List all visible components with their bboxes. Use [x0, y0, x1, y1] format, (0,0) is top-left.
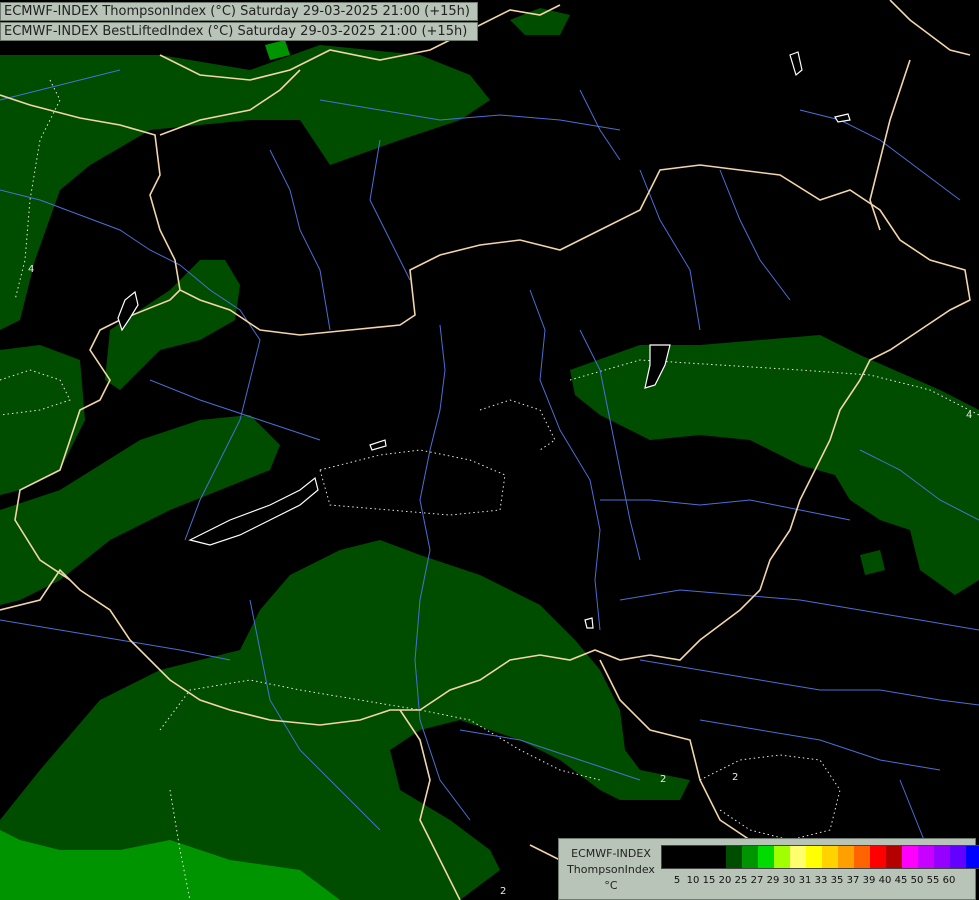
legend-swatch	[822, 846, 838, 868]
legend-swatch	[870, 846, 886, 868]
contour-label: 2	[660, 774, 666, 785]
legend-tick-label: 20	[718, 875, 732, 886]
contour-label: 4	[28, 264, 34, 275]
legend-tick-label: 60	[942, 875, 956, 886]
legend-tick-label: 15	[702, 875, 716, 886]
legend-swatch	[806, 846, 822, 868]
legend-swatch	[758, 846, 774, 868]
contour-label: 2	[732, 772, 738, 783]
legend-tick-label: 10	[686, 875, 700, 886]
legend-swatch	[726, 846, 742, 868]
legend-tick-label: 27	[750, 875, 764, 886]
legend-swatch	[678, 846, 694, 868]
legend-swatch	[854, 846, 870, 868]
legend-tick-label: 50	[910, 875, 924, 886]
legend-tick-label: 25	[734, 875, 748, 886]
legend-swatch	[694, 846, 710, 868]
legend-source: ECMWF-INDEX	[571, 847, 651, 860]
contour-label: 4	[966, 410, 972, 421]
legend-swatch	[662, 846, 678, 868]
map-title-thompson-index: ECMWF-INDEX ThompsonIndex (°C) Saturday …	[0, 2, 478, 21]
legend-tick-label: 39	[862, 875, 876, 886]
legend-color-scale	[661, 845, 979, 869]
legend-tick-label: 30	[782, 875, 796, 886]
legend-swatch	[710, 846, 726, 868]
legend-tick-label: 33	[814, 875, 828, 886]
legend-tick-label: 55	[926, 875, 940, 886]
map-title-best-lifted-index: ECMWF-INDEX BestLiftedIndex (°C) Saturda…	[0, 22, 478, 41]
legend-swatch	[790, 846, 806, 868]
legend-swatch	[966, 846, 979, 868]
legend-tick-label: 40	[878, 875, 892, 886]
weather-map: 4 4 2 2 2	[0, 0, 979, 900]
legend-tick-label: 31	[798, 875, 812, 886]
legend-tick-label: 37	[846, 875, 860, 886]
legend-swatch	[902, 846, 918, 868]
legend-swatch	[950, 846, 966, 868]
legend-tick-label: 35	[830, 875, 844, 886]
legend-swatch	[886, 846, 902, 868]
legend-parameter: ThompsonIndex	[567, 863, 655, 876]
legend-tick-label: 5	[673, 875, 681, 886]
legend-unit: °C	[604, 879, 618, 892]
legend-tick-labels: 5 10 15 20 25 27 29 30 31 33 35 37 39 40 45 50 55 60	[661, 875, 973, 889]
legend-tick-label: 45	[894, 875, 908, 886]
legend-swatch	[774, 846, 790, 868]
legend-swatch	[918, 846, 934, 868]
legend-tick-label: 29	[766, 875, 780, 886]
legend-swatch	[742, 846, 758, 868]
legend-swatch	[838, 846, 854, 868]
contour-label: 2	[500, 886, 506, 897]
color-legend: ECMWF-INDEX ThompsonIndex °C 5 10 15 20 25 27…	[558, 838, 979, 900]
legend-swatch	[934, 846, 950, 868]
